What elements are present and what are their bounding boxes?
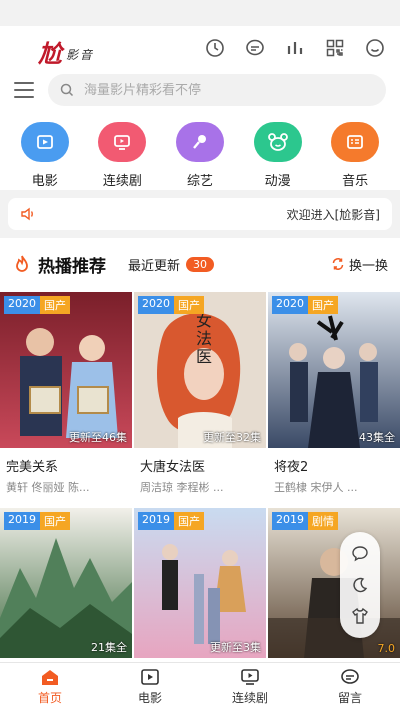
- tab-label: 留言: [337, 691, 362, 705]
- search-box[interactable]: [48, 74, 386, 106]
- refresh-icon: [332, 258, 344, 270]
- flame-icon: [16, 255, 28, 272]
- year-tag: 2019: [272, 512, 308, 530]
- qr-icon[interactable]: [324, 37, 346, 59]
- recent-count-badge: 30: [186, 256, 215, 272]
- genre-tag: 国产: [40, 512, 70, 530]
- tv-icon: [98, 122, 147, 162]
- category-movie[interactable]: 电影: [10, 122, 80, 190]
- chat-bubble-icon[interactable]: [350, 544, 370, 564]
- search-row: [0, 70, 400, 110]
- film-icon: [20, 122, 69, 162]
- category-label: 动漫: [264, 174, 291, 189]
- genre-tag: 剧情: [308, 512, 338, 530]
- tab-label: 连续剧: [231, 691, 268, 705]
- svg-text:法: 法: [196, 329, 212, 348]
- status-bar: [0, 0, 400, 26]
- poster-image: 2019 国产 更新至3集: [134, 508, 266, 658]
- genre-tag: 国产: [174, 296, 204, 314]
- tab-home[interactable]: 首页: [15, 667, 85, 706]
- video-card[interactable]: 女 法 医 2020 国产 更新至32集 大唐女法医 周洁琼 李程彬 ...: [134, 292, 266, 508]
- poster-image: 2020 国产 43集全: [268, 292, 400, 448]
- smile-icon[interactable]: [364, 37, 386, 59]
- year-tag: 2019: [138, 512, 174, 530]
- category-label: 综艺: [186, 174, 213, 189]
- category-music[interactable]: 音乐: [320, 122, 390, 190]
- app-header: 尬 影音: [0, 26, 400, 70]
- episode-status: 21集全: [91, 641, 127, 654]
- message-icon: [339, 667, 361, 687]
- category-nav: 电影 连续剧 综艺 动漫 音乐: [0, 110, 400, 190]
- year-tag: 2019: [4, 512, 40, 530]
- notice-bar[interactable]: 欢迎进入[尬影音]: [8, 198, 392, 230]
- episode-status: 43集全: [359, 431, 395, 444]
- home-icon: [39, 667, 61, 687]
- year-tag: 2020: [4, 296, 40, 314]
- bear-icon: [253, 122, 302, 162]
- music-icon: [331, 122, 380, 162]
- video-cast: 王鹤棣 宋伊人 ...: [274, 481, 358, 494]
- mic-icon: [175, 122, 224, 162]
- video-title: 完美关系: [6, 460, 59, 475]
- genre-tag: 国产: [308, 296, 338, 314]
- video-cast: 周洁琼 李程彬 ...: [140, 481, 224, 494]
- search-icon: [60, 83, 74, 97]
- floating-toolbar: [340, 532, 380, 638]
- svg-text:医: 医: [196, 347, 212, 366]
- refresh-label: 换一换: [348, 258, 388, 274]
- search-input[interactable]: [84, 82, 334, 98]
- rating-score: 7.0: [377, 642, 396, 655]
- recent-update-link[interactable]: 最近更新: [128, 255, 180, 274]
- tab-messages[interactable]: 留言: [315, 667, 385, 706]
- video-card[interactable]: 2020 国产 更新至46集 完美关系 黄轩 佟丽娅 陈...: [0, 292, 132, 508]
- hot-recommend-section: 热播推荐 最近更新 30 换一换 2020 国产 更新至46集 完美关系 黄轩 …: [0, 238, 400, 710]
- section-title: 热播推荐: [38, 256, 106, 277]
- episode-status: 更新至3集: [210, 641, 261, 654]
- film-icon: [139, 667, 161, 687]
- episode-status: 更新至46集: [69, 431, 127, 444]
- message-icon[interactable]: [244, 37, 266, 59]
- year-tag: 2020: [272, 296, 308, 314]
- year-tag: 2020: [138, 296, 174, 314]
- moon-icon[interactable]: [350, 575, 370, 595]
- history-clock-icon[interactable]: [204, 37, 226, 59]
- tab-movie[interactable]: 电影: [115, 667, 185, 706]
- genre-tag: 国产: [40, 296, 70, 314]
- category-variety[interactable]: 综艺: [165, 122, 235, 190]
- video-title: 大唐女法医: [140, 460, 206, 475]
- speaker-icon: [21, 207, 33, 221]
- poster-image: 2019 剧情 7.0: [268, 508, 400, 658]
- video-card[interactable]: 2020 国产 43集全 将夜2 王鹤棣 宋伊人 ...: [268, 292, 400, 508]
- category-anime[interactable]: 动漫: [243, 122, 313, 190]
- video-title: 将夜2: [274, 460, 309, 475]
- poster-image: 2020 国产 更新至46集: [0, 292, 132, 448]
- refresh-button[interactable]: 换一换: [331, 255, 388, 274]
- genre-tag: 国产: [174, 512, 204, 530]
- chart-icon[interactable]: [284, 37, 306, 59]
- tab-series[interactable]: 连续剧: [215, 667, 285, 706]
- poster-image: 女 法 医 2020 国产 更新至32集: [134, 292, 266, 448]
- episode-status: 更新至32集: [203, 431, 261, 444]
- tab-label: 首页: [37, 691, 62, 705]
- poster-image: 2019 国产 21集全: [0, 508, 132, 658]
- category-label: 连续剧: [102, 174, 142, 189]
- category-label: 电影: [31, 174, 58, 189]
- logo-mark: 尬: [38, 39, 62, 68]
- menu-icon[interactable]: [14, 82, 34, 98]
- logo-text: 影音: [66, 48, 95, 62]
- tab-label: 电影: [137, 691, 162, 705]
- bottom-tab-bar: 首页 电影 连续剧 留言: [0, 662, 400, 710]
- category-label: 音乐: [342, 174, 369, 189]
- video-cast: 黄轩 佟丽娅 陈...: [6, 481, 90, 494]
- tv-icon: [239, 667, 261, 687]
- app-logo[interactable]: 尬 影音: [14, 30, 95, 68]
- shirt-icon[interactable]: [350, 606, 370, 626]
- category-series[interactable]: 连续剧: [87, 122, 157, 190]
- notice-text: 欢迎进入[尬影音]: [286, 207, 380, 222]
